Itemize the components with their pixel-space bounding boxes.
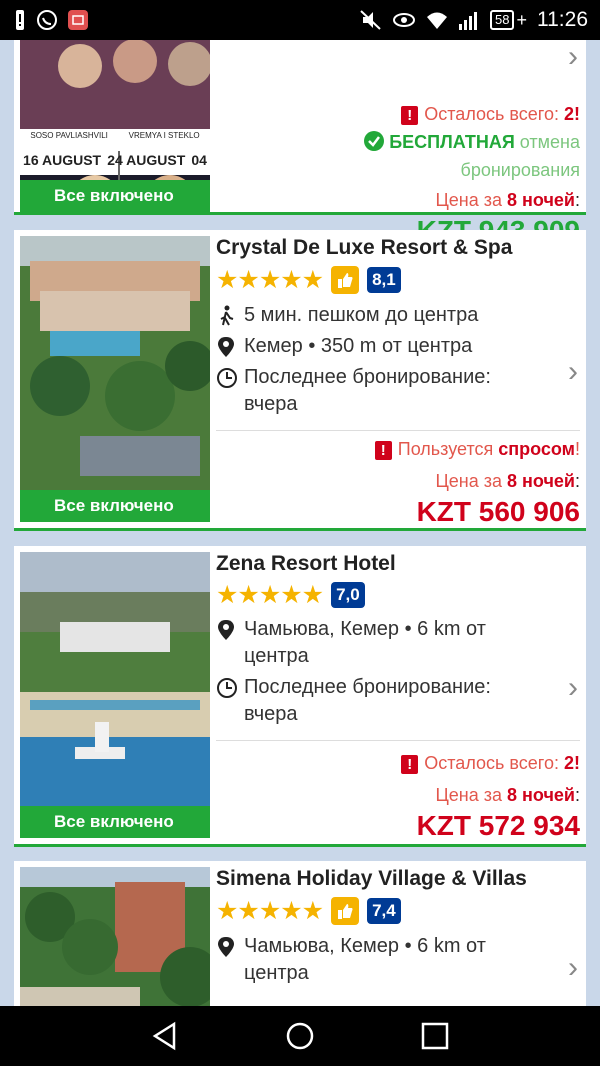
hotel-name[interactable]: Simena Holiday Village & Villas [216,867,580,891]
price-label: Цена за 8 ночей: [435,190,580,210]
check-circle-icon [364,131,385,151]
free-cancellation-line2: бронирования [460,160,580,180]
poster-caption: VREMYA I STEKLO [128,131,200,140]
demand-notice: ! Пользуется спросом! [216,435,580,463]
wifi-icon [427,12,448,29]
poster-caption: SOSO PAVLIASHVILI [30,131,108,140]
star-rating: ★★★★★ [216,897,324,925]
all-inclusive-badge: Все включено [20,180,210,212]
location: Чамьюва, Кемер • 6 km от центра [216,616,580,670]
resort-photo [20,552,210,838]
hotel-photo[interactable] [20,867,210,1006]
resort-photo [20,236,210,522]
hotel-card[interactable]: Все включено Zena Resort Hotel ★★★★★ 7,0… [14,546,586,847]
hotel-list: SOSO PAVLIASHVILI VREMYA I STEKLO 16 AUG… [0,40,600,1006]
map-pin-icon [218,337,234,357]
review-score: 8,1 [367,267,401,293]
eye-comfort-icon [393,13,416,27]
divider [216,740,580,741]
poster-date: 04 [191,152,207,168]
alert-icon: ! [374,441,392,460]
map-pin-icon [218,937,234,957]
walking-icon [220,305,234,326]
map-pin-icon [218,620,234,640]
review-score: 7,4 [367,898,401,924]
all-inclusive-badge: Все включено [20,490,210,522]
chevron-right-icon[interactable]: › [568,40,578,74]
chevron-right-icon[interactable]: › [568,951,578,985]
hotel-card[interactable]: Все включено Crystal De Luxe Resort & Sp… [14,230,586,531]
availability-notice: ! Осталось всего: 2! [216,749,580,777]
hotel-photo[interactable]: SOSO PAVLIASHVILI VREMYA I STEKLO 16 AUG… [20,40,210,212]
star-rating: ★★★★★ [216,266,324,294]
clock-icon [217,368,237,388]
hotel-card[interactable]: Simena Holiday Village & Villas ★★★★★ 7,… [14,861,586,1006]
hotel-name[interactable]: Zena Resort Hotel [216,552,580,576]
price: KZT 572 934 [416,810,580,841]
hotel-photo[interactable]: Все включено [20,236,210,522]
navigation-bar [0,1006,600,1066]
review-score: 7,0 [331,582,365,608]
battery-icon: 58 [490,10,515,30]
app-notification-icon [68,10,88,30]
chevron-right-icon[interactable]: › [568,355,578,389]
price-label: Цена за 8 ночей: [435,785,580,805]
poster-date: 16 AUGUST [23,152,102,168]
rating-row: ★★★★★ 7,0 [216,582,580,608]
hotel-name[interactable]: Crystal De Luxe Resort & Spa [216,236,580,260]
chevron-right-icon[interactable]: › [568,671,578,705]
hotel-photo[interactable]: Все включено [20,552,210,838]
rating-row: ★★★★★ 7,4 [216,897,580,925]
alert-icon: ! [401,755,419,774]
walk-distance: 5 мин. пешком до центра [216,302,580,329]
status-bar: 58 + 11:26 [0,0,600,40]
divider [216,430,580,431]
charging-icon: + [516,9,527,30]
last-booking: Последнее бронирование: вчера [216,364,580,418]
availability-notice: ! Осталось всего: 2! [216,100,580,128]
poster-date: 24 AUGUST [107,152,186,168]
thumbs-up-icon [331,897,360,925]
all-inclusive-badge: Все включено [20,806,210,838]
last-booking: Последнее бронирование: вчера [216,674,580,728]
clock-icon [217,678,237,698]
whatsapp-icon [37,10,57,30]
price: KZT 560 906 [416,496,580,527]
signal-icon [459,12,478,30]
location: Кемер • 350 m от центра [216,333,580,360]
rating-row: ★★★★★ 8,1 [216,266,580,294]
mute-icon [360,10,381,30]
free-cancellation: БЕСПЛАТНАЯ отмена [216,128,580,156]
location: Чамьюва, Кемер • 6 km от центра [216,933,580,987]
resort-photo [20,867,210,1006]
star-rating: ★★★★★ [216,581,324,609]
thumbs-up-icon [331,266,360,294]
clock: 11:26 [537,8,588,31]
alert-icon: ! [401,106,419,125]
hotel-card[interactable]: SOSO PAVLIASHVILI VREMYA I STEKLO 16 AUG… [14,40,586,246]
alert-notification-icon [16,10,24,30]
price-label: Цена за 8 ночей: [435,471,580,491]
recents-icon[interactable] [420,1021,450,1051]
home-icon[interactable] [285,1021,315,1051]
back-icon[interactable] [150,1021,180,1051]
